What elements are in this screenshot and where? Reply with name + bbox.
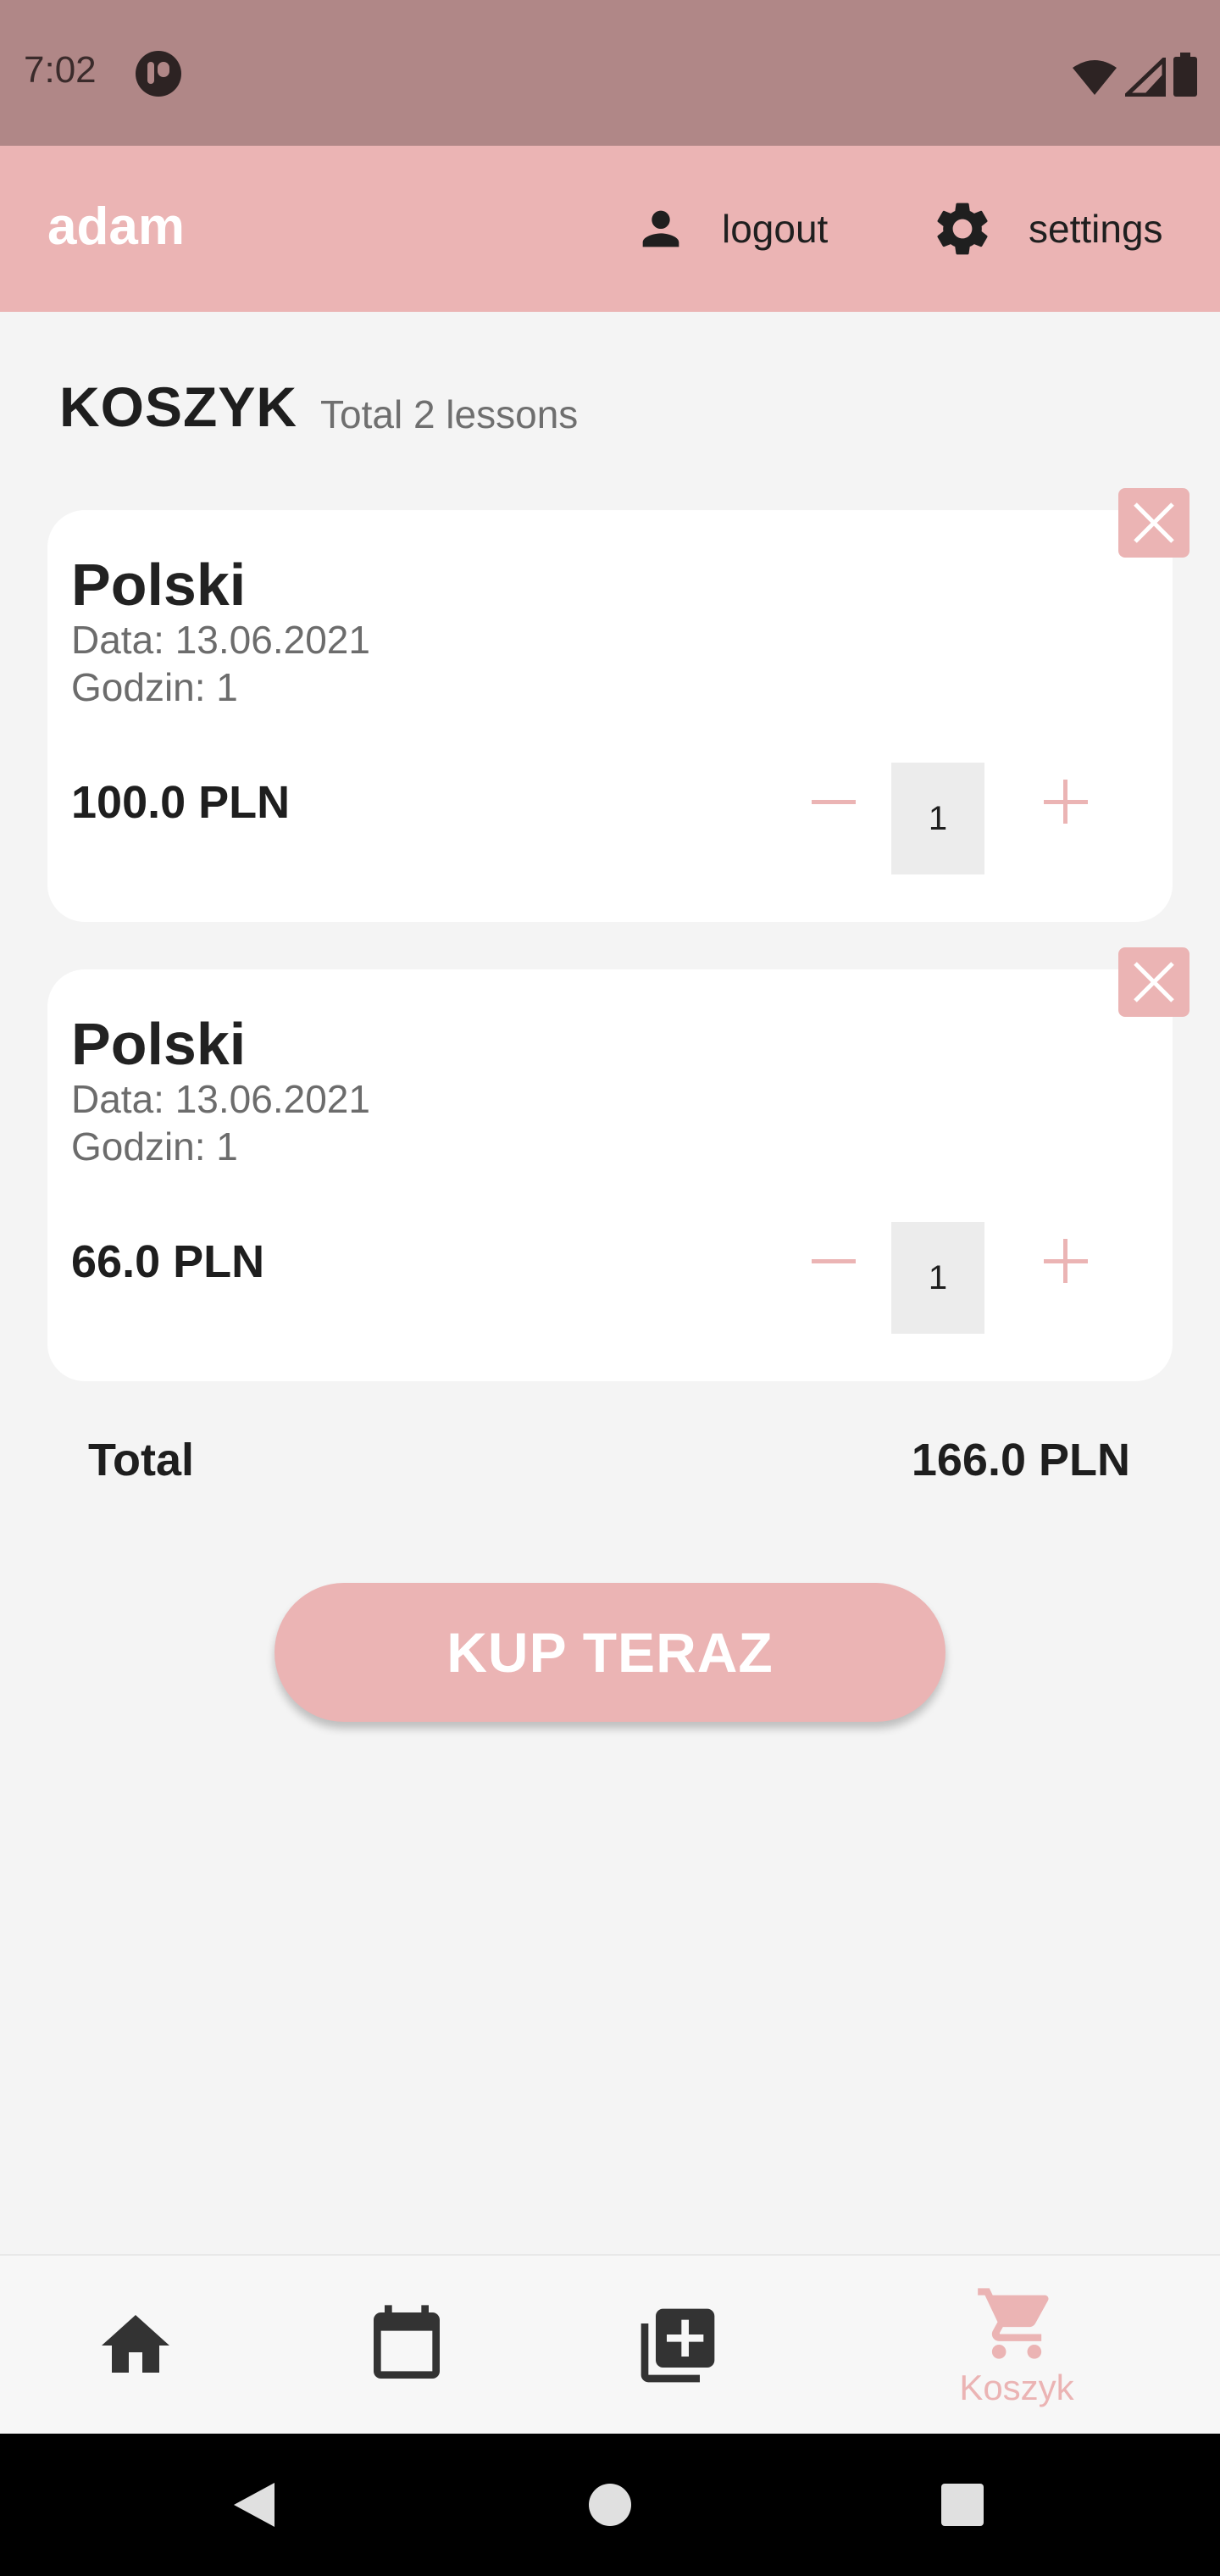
remove-item-button[interactable] [1118, 488, 1190, 558]
minus-icon [812, 800, 856, 804]
nav-home[interactable] [85, 2256, 186, 2435]
buy-now-button[interactable]: KUP TERAZ [274, 1583, 946, 1722]
nav-calendar[interactable] [356, 2256, 458, 2435]
lesson-hours: Godzin: 1 [71, 1124, 238, 1169]
lesson-date: Data: 13.06.2021 [71, 1077, 370, 1121]
total-value: 166.0 PLN [911, 1435, 1130, 1485]
home-button[interactable] [585, 2479, 635, 2530]
lesson-date: Data: 13.06.2021 [71, 618, 370, 662]
total-label: Total [88, 1435, 194, 1485]
close-icon [1134, 962, 1174, 1002]
quantity-value: 1 [891, 763, 984, 874]
cart-item: Polski Data: 13.06.2021 Godzin: 1 66.0 P… [47, 969, 1173, 1381]
lesson-price: 100.0 PLN [71, 777, 291, 828]
recent-square-icon [941, 2484, 984, 2526]
cart-item: Polski Data: 13.06.2021 Godzin: 1 100.0 … [47, 510, 1173, 922]
back-button[interactable] [229, 2479, 280, 2530]
back-triangle-icon [234, 2483, 274, 2527]
close-icon [1134, 502, 1174, 543]
plus-icon [1044, 780, 1088, 824]
lesson-price: 66.0 PLN [71, 1236, 265, 1287]
person-icon [642, 210, 679, 247]
minus-icon [812, 1259, 856, 1263]
logout-button[interactable]: logout [634, 186, 828, 271]
recent-apps-button[interactable] [937, 2479, 988, 2530]
home-circle-icon [589, 2484, 631, 2526]
battery-icon [1173, 53, 1197, 97]
quantity-value: 1 [891, 1222, 984, 1334]
calendar-icon [374, 2305, 440, 2379]
status-bar: 7:02 [0, 0, 1220, 146]
nav-add-lesson[interactable] [627, 2256, 729, 2435]
home-icon [102, 2315, 169, 2373]
nav-cart[interactable]: Koszyk [915, 2256, 1118, 2435]
nav-cart-label: Koszyk [959, 2368, 1074, 2407]
wifi-icon [1073, 60, 1117, 95]
increase-quantity-button[interactable] [1025, 761, 1106, 842]
logout-label: logout [722, 207, 829, 251]
add-library-icon [640, 2308, 715, 2383]
cart-icon [978, 2288, 1049, 2359]
lesson-title: Polski [71, 1011, 247, 1077]
settings-label: settings [1029, 207, 1163, 251]
plus-icon [1044, 1239, 1088, 1283]
gear-icon [937, 203, 988, 255]
remove-item-button[interactable] [1118, 947, 1190, 1017]
status-time: 7:02 [24, 49, 97, 91]
signal-icon [1125, 58, 1166, 97]
status-icons [1071, 53, 1198, 97]
username: adam [47, 197, 185, 256]
app-notification-icon [136, 51, 181, 97]
lesson-hours: Godzin: 1 [71, 665, 238, 709]
increase-quantity-button[interactable] [1025, 1220, 1106, 1302]
app-bar: adam logout settings [0, 146, 1220, 312]
decrease-quantity-button[interactable] [793, 761, 874, 842]
settings-button[interactable]: settings [930, 186, 1163, 271]
lesson-count: Total 2 lessons [320, 392, 579, 436]
system-nav-bar [0, 2434, 1220, 2576]
decrease-quantity-button[interactable] [793, 1220, 874, 1302]
page-title: KOSZYK [59, 375, 298, 438]
lesson-title: Polski [71, 552, 247, 618]
bottom-nav: Koszyk [0, 2254, 1220, 2434]
